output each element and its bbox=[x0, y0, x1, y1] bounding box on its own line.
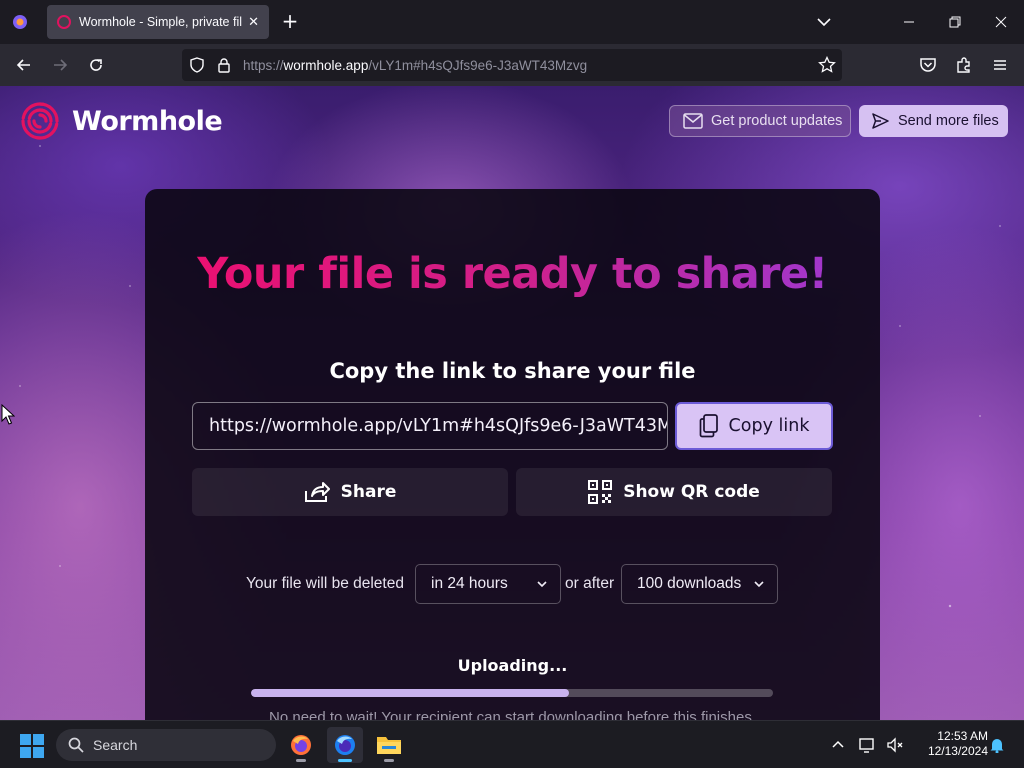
show-qr-code-label: Show QR code bbox=[623, 482, 760, 502]
tracking-protection-shield-icon[interactable] bbox=[189, 57, 205, 77]
taskbar-firefox[interactable] bbox=[283, 727, 319, 763]
firefox-nightly-icon bbox=[335, 735, 355, 755]
minimize-button[interactable] bbox=[886, 0, 932, 44]
expiry-prefix: Your file will be deleted bbox=[246, 575, 404, 592]
chevron-down-icon bbox=[537, 581, 547, 588]
tab-close-icon[interactable]: ✕ bbox=[248, 15, 259, 30]
tab-title: Wormhole - Simple, private file sharing bbox=[79, 15, 243, 29]
chevron-down-icon bbox=[754, 581, 764, 588]
chevron-up-icon bbox=[832, 740, 844, 748]
upload-progress-bar bbox=[251, 689, 773, 697]
search-icon bbox=[68, 737, 84, 753]
expiry-downloads-value: 100 downloads bbox=[637, 575, 742, 592]
tab-wormhole[interactable]: Wormhole - Simple, private file sharing … bbox=[47, 5, 269, 39]
wormhole-page: Wormhole Get product updates Send more f… bbox=[0, 86, 1024, 720]
send-more-files-button[interactable]: Send more files bbox=[859, 105, 1008, 137]
get-product-updates-label: Get product updates bbox=[711, 113, 843, 129]
copy-icon bbox=[699, 414, 718, 438]
share-button[interactable]: Share bbox=[192, 468, 508, 516]
taskbar-clock[interactable]: 12:53 AM 12/13/2024 bbox=[912, 729, 988, 759]
back-button[interactable] bbox=[10, 51, 38, 79]
url-text: https://wormhole.app/vLY1m#h4sQJfs9e6-J3… bbox=[243, 57, 588, 73]
upload-hint: No need to wait! Your recipient can star… bbox=[269, 709, 756, 720]
share-card: Your file is ready to share! Copy the li… bbox=[145, 189, 880, 720]
expiry-time-value: in 24 hours bbox=[431, 575, 508, 592]
wormhole-logo-icon bbox=[21, 102, 59, 140]
browser-tab-bar: Wormhole - Simple, private file sharing … bbox=[0, 0, 1024, 44]
start-button[interactable] bbox=[20, 734, 44, 758]
send-more-files-label: Send more files bbox=[898, 113, 999, 129]
extensions-icon[interactable] bbox=[950, 51, 978, 79]
logo-text: Wormhole bbox=[72, 105, 223, 137]
share-icon bbox=[304, 482, 330, 502]
network-icon[interactable] bbox=[856, 721, 880, 768]
restore-button[interactable] bbox=[932, 0, 978, 44]
wormhole-favicon-icon bbox=[57, 15, 71, 29]
show-hidden-icons-button[interactable] bbox=[826, 721, 850, 768]
bookmark-star-icon[interactable] bbox=[818, 55, 836, 78]
close-window-button[interactable] bbox=[978, 0, 1024, 44]
forward-button[interactable] bbox=[46, 51, 74, 79]
mouse-cursor-icon bbox=[1, 404, 15, 425]
lock-icon[interactable] bbox=[217, 57, 231, 77]
search-label: Search bbox=[93, 737, 138, 753]
app-menu-icon[interactable] bbox=[986, 51, 1014, 79]
clock-time: 12:53 AM bbox=[937, 729, 988, 743]
wormhole-logo[interactable]: Wormhole bbox=[19, 100, 223, 142]
mail-icon bbox=[683, 113, 703, 129]
send-icon bbox=[872, 113, 889, 129]
get-product-updates-button[interactable]: Get product updates bbox=[669, 105, 851, 137]
expiry-downloads-select[interactable]: 100 downloads bbox=[621, 564, 778, 604]
copy-link-heading: Copy the link to share your file bbox=[329, 359, 696, 383]
firefox-icon bbox=[291, 735, 311, 755]
reload-button[interactable] bbox=[82, 51, 110, 79]
browser-nav-bar: https://wormhole.app/vLY1m#h4sQJfs9e6-J3… bbox=[0, 44, 1024, 86]
share-link-field[interactable]: https://wormhole.app/vLY1m#h4sQJfs9e6-J3… bbox=[192, 402, 668, 450]
upload-status: Uploading... bbox=[457, 656, 568, 675]
taskbar-search[interactable]: Search bbox=[56, 729, 276, 761]
address-bar[interactable]: https://wormhole.app/vLY1m#h4sQJfs9e6-J3… bbox=[182, 49, 842, 81]
copy-link-label: Copy link bbox=[728, 416, 810, 436]
windows-logo-icon bbox=[20, 734, 44, 758]
expiry-middle: or after bbox=[565, 575, 615, 592]
notifications-bell-icon[interactable] bbox=[986, 721, 1008, 768]
clock-date: 12/13/2024 bbox=[927, 744, 988, 758]
upload-progress-fill bbox=[251, 689, 570, 697]
volume-muted-icon[interactable] bbox=[884, 721, 906, 768]
folder-icon bbox=[377, 737, 401, 754]
copy-link-button[interactable]: Copy link bbox=[675, 402, 833, 450]
qr-code-icon bbox=[588, 480, 613, 504]
taskbar-firefox-nightly[interactable] bbox=[327, 727, 363, 763]
page-title: Your file is ready to share! bbox=[145, 249, 880, 299]
firefox-view-icon[interactable] bbox=[6, 8, 34, 36]
share-label: Share bbox=[340, 482, 397, 502]
new-tab-button[interactable]: + bbox=[278, 10, 302, 34]
expiry-time-select[interactable]: in 24 hours bbox=[415, 564, 561, 604]
list-all-tabs-icon[interactable] bbox=[814, 12, 838, 32]
windows-taskbar: Search 12:53 AM 12/13/2024 bbox=[0, 720, 1024, 768]
taskbar-file-explorer[interactable] bbox=[371, 727, 407, 763]
pocket-icon[interactable] bbox=[914, 51, 942, 79]
show-qr-code-button[interactable]: Show QR code bbox=[516, 468, 832, 516]
